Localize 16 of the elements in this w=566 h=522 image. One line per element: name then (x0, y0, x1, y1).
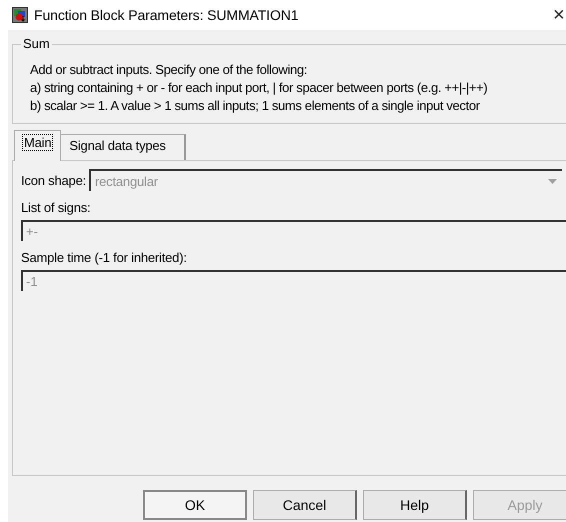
description-line: Add or subtract inputs. Specify one of the following: (30, 61, 308, 79)
dropdown-arrow-icon (548, 179, 557, 184)
tab[interactable]: Main (14, 130, 62, 161)
group-title: Sum (21, 36, 52, 51)
window-title: Function Block Parameters: SUMMATION1 (34, 7, 298, 23)
dialog-button[interactable]: Cancel (253, 490, 357, 520)
close-button[interactable]: × (553, 5, 565, 25)
app-icon (12, 7, 28, 23)
field-label: Icon shape: (21, 172, 86, 188)
dialog-button[interactable]: Help (363, 490, 467, 520)
description-line: b) scalar >= 1. A value > 1 sums all inputs; 1 sums elements of a single input vector (30, 97, 480, 115)
field-label: List of signs: (21, 200, 90, 215)
description-line: a) string containing + or - for each input port, | for spacer between ports (e.g. ++|-|++) (30, 79, 488, 97)
dialog-button[interactable]: OK (143, 490, 247, 520)
tab[interactable]: Signal data types (60, 134, 186, 160)
field-label: Sample time (-1 for inherited): (21, 250, 187, 265)
